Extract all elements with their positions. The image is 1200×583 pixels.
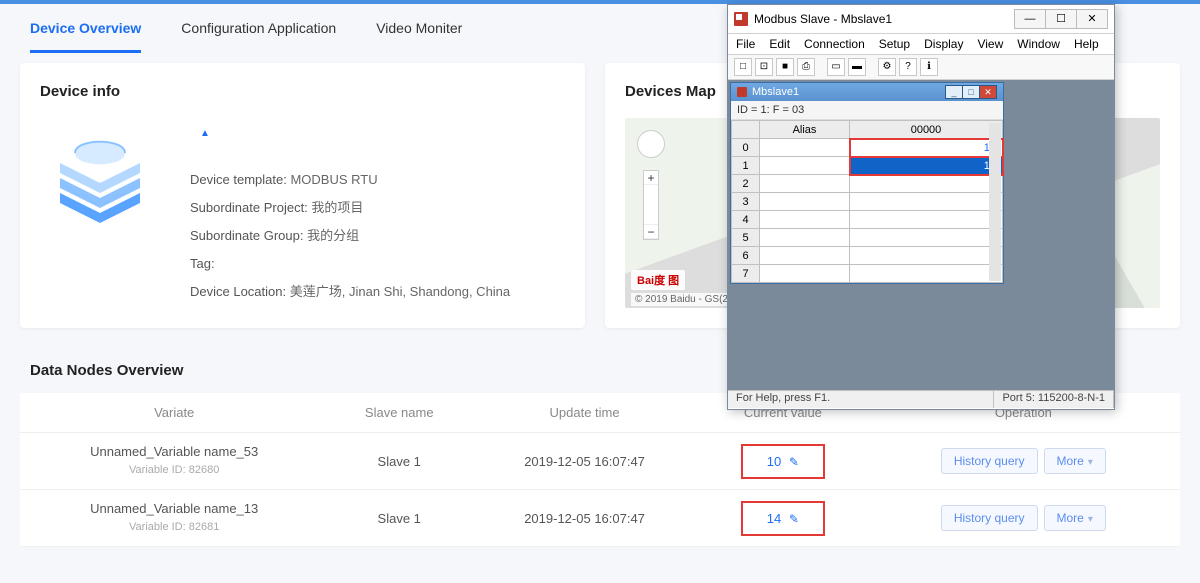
save-icon[interactable]: ■ <box>776 58 794 76</box>
variable-name: Unnamed_Variable name_53 <box>28 443 320 461</box>
edit-icon[interactable]: ✎ <box>789 512 799 526</box>
grid-col-value: 00000 <box>850 121 1003 139</box>
caret-icon: ▲ <box>200 120 210 148</box>
window-title: Modbus Slave - Mbslave1 <box>754 12 1015 26</box>
menu-display[interactable]: Display <box>924 37 963 51</box>
device-project: 我的项目 <box>311 200 363 215</box>
status-help: For Help, press F1. <box>728 391 994 408</box>
grid-col-alias: Alias <box>760 121 850 139</box>
statusbar: For Help, press F1. Port 5: 115200-8-N-1 <box>728 390 1114 408</box>
history-query-button[interactable]: History query <box>941 505 1038 531</box>
current-value: 14 <box>767 511 781 526</box>
about-icon[interactable]: ℹ <box>920 58 938 76</box>
close-button[interactable]: ✕ <box>1076 9 1108 29</box>
menu-view[interactable]: View <box>977 37 1003 51</box>
history-query-button[interactable]: History query <box>941 448 1038 474</box>
device-template: MODBUS RTU <box>290 172 377 187</box>
map-zoom-out-icon[interactable]: − <box>644 225 658 239</box>
device-location: 美莲广场, Jinan Shi, Shandong, China <box>290 284 510 299</box>
menu-connection[interactable]: Connection <box>804 37 865 51</box>
child-maximize-button[interactable]: □ <box>962 85 980 99</box>
child-close-button[interactable]: ✕ <box>979 85 997 99</box>
child-minimize-button[interactable]: _ <box>945 85 963 99</box>
device-info-card: Device info ▲ Device template: MODBUS RT… <box>20 63 585 328</box>
device-info-title: Device info <box>40 83 565 100</box>
menu-window[interactable]: Window <box>1017 37 1060 51</box>
update-time: 2019-12-05 16:07:47 <box>470 490 699 547</box>
connect-icon[interactable]: ▭ <box>827 58 845 76</box>
register-row[interactable]: 30 <box>732 193 1003 211</box>
window-titlebar[interactable]: Modbus Slave - Mbslave1 — ☐ ✕ <box>728 5 1114 34</box>
child-title: Mbslave1 <box>752 86 946 98</box>
map-zoom-control[interactable]: +− <box>643 170 659 240</box>
col-slave: Slave name <box>328 393 470 433</box>
menu-setup[interactable]: Setup <box>879 37 910 51</box>
edit-icon[interactable]: ✎ <box>789 455 799 469</box>
baidu-logo-icon: Bai度 图 <box>631 270 685 290</box>
more-button[interactable]: More▾ <box>1044 448 1106 474</box>
tab-configuration[interactable]: Configuration Application <box>181 20 336 53</box>
chevron-down-icon: ▾ <box>1088 514 1093 525</box>
toolbar: □ ⊡ ■ ⎙ ▭ ▬ ⚙ ? ℹ <box>728 55 1114 80</box>
disconnect-icon[interactable]: ▬ <box>848 58 866 76</box>
new-icon[interactable]: □ <box>734 58 752 76</box>
slave-id-line: ID = 1: F = 03 <box>731 101 1003 120</box>
register-row[interactable]: 114 <box>732 157 1003 175</box>
map-pan-control-icon[interactable] <box>637 130 665 158</box>
maximize-button[interactable]: ☐ <box>1045 9 1077 29</box>
menu-edit[interactable]: Edit <box>769 37 790 51</box>
register-row[interactable]: 40 <box>732 211 1003 229</box>
table-row: Unnamed_Variable name_13Variable ID: 826… <box>20 490 1180 547</box>
col-time: Update time <box>470 393 699 433</box>
register-grid[interactable]: Alias 00000 010114203040506070 <box>731 120 1003 283</box>
child-app-icon <box>737 87 747 97</box>
chevron-down-icon: ▾ <box>1088 457 1093 468</box>
variable-name: Unnamed_Variable name_13 <box>28 500 320 518</box>
minimize-button[interactable]: — <box>1014 9 1046 29</box>
variable-id: Variable ID: 82681 <box>28 518 320 536</box>
register-row[interactable]: 60 <box>732 247 1003 265</box>
current-value: 10 <box>767 454 781 469</box>
device-group: 我的分组 <box>307 228 359 243</box>
data-nodes-table: Variate Slave name Update time Current v… <box>20 393 1180 547</box>
menu-help[interactable]: Help <box>1074 37 1099 51</box>
slave-name: Slave 1 <box>328 490 470 547</box>
open-icon[interactable]: ⊡ <box>755 58 773 76</box>
col-variate: Variate <box>20 393 328 433</box>
slave-name: Slave 1 <box>328 433 470 490</box>
modbus-slave-window: Modbus Slave - Mbslave1 — ☐ ✕ File Edit Co… <box>727 4 1115 410</box>
variable-id: Variable ID: 82680 <box>28 461 320 479</box>
menu-file[interactable]: File <box>736 37 755 51</box>
print-icon[interactable]: ⎙ <box>797 58 815 76</box>
table-row: Unnamed_Variable name_53Variable ID: 826… <box>20 433 1180 490</box>
device-icon <box>40 118 160 238</box>
menubar: File Edit Connection Setup Display View Window… <box>728 34 1114 55</box>
help-icon[interactable]: ? <box>899 58 917 76</box>
child-titlebar[interactable]: Mbslave1 _ □ ✕ <box>731 83 1003 101</box>
register-row[interactable]: 20 <box>732 175 1003 193</box>
app-icon <box>734 12 748 26</box>
tab-video-monitor[interactable]: Video Moniter <box>376 20 462 53</box>
status-port: Port 5: 115200-8-N-1 <box>994 391 1114 408</box>
more-button[interactable]: More▾ <box>1044 505 1106 531</box>
register-row[interactable]: 50 <box>732 229 1003 247</box>
device-tag-label: Tag: <box>190 256 215 271</box>
register-row[interactable]: 010 <box>732 139 1003 157</box>
tool-icon[interactable]: ⚙ <box>878 58 896 76</box>
scrollbar[interactable] <box>989 123 1001 281</box>
mbslave-child-window: Mbslave1 _ □ ✕ ID = 1: F = 03 Alias 0000… <box>730 82 1004 284</box>
tab-device-overview[interactable]: Device Overview <box>30 20 141 53</box>
map-zoom-in-icon[interactable]: + <box>644 171 658 185</box>
update-time: 2019-12-05 16:07:47 <box>470 433 699 490</box>
register-row[interactable]: 70 <box>732 265 1003 283</box>
